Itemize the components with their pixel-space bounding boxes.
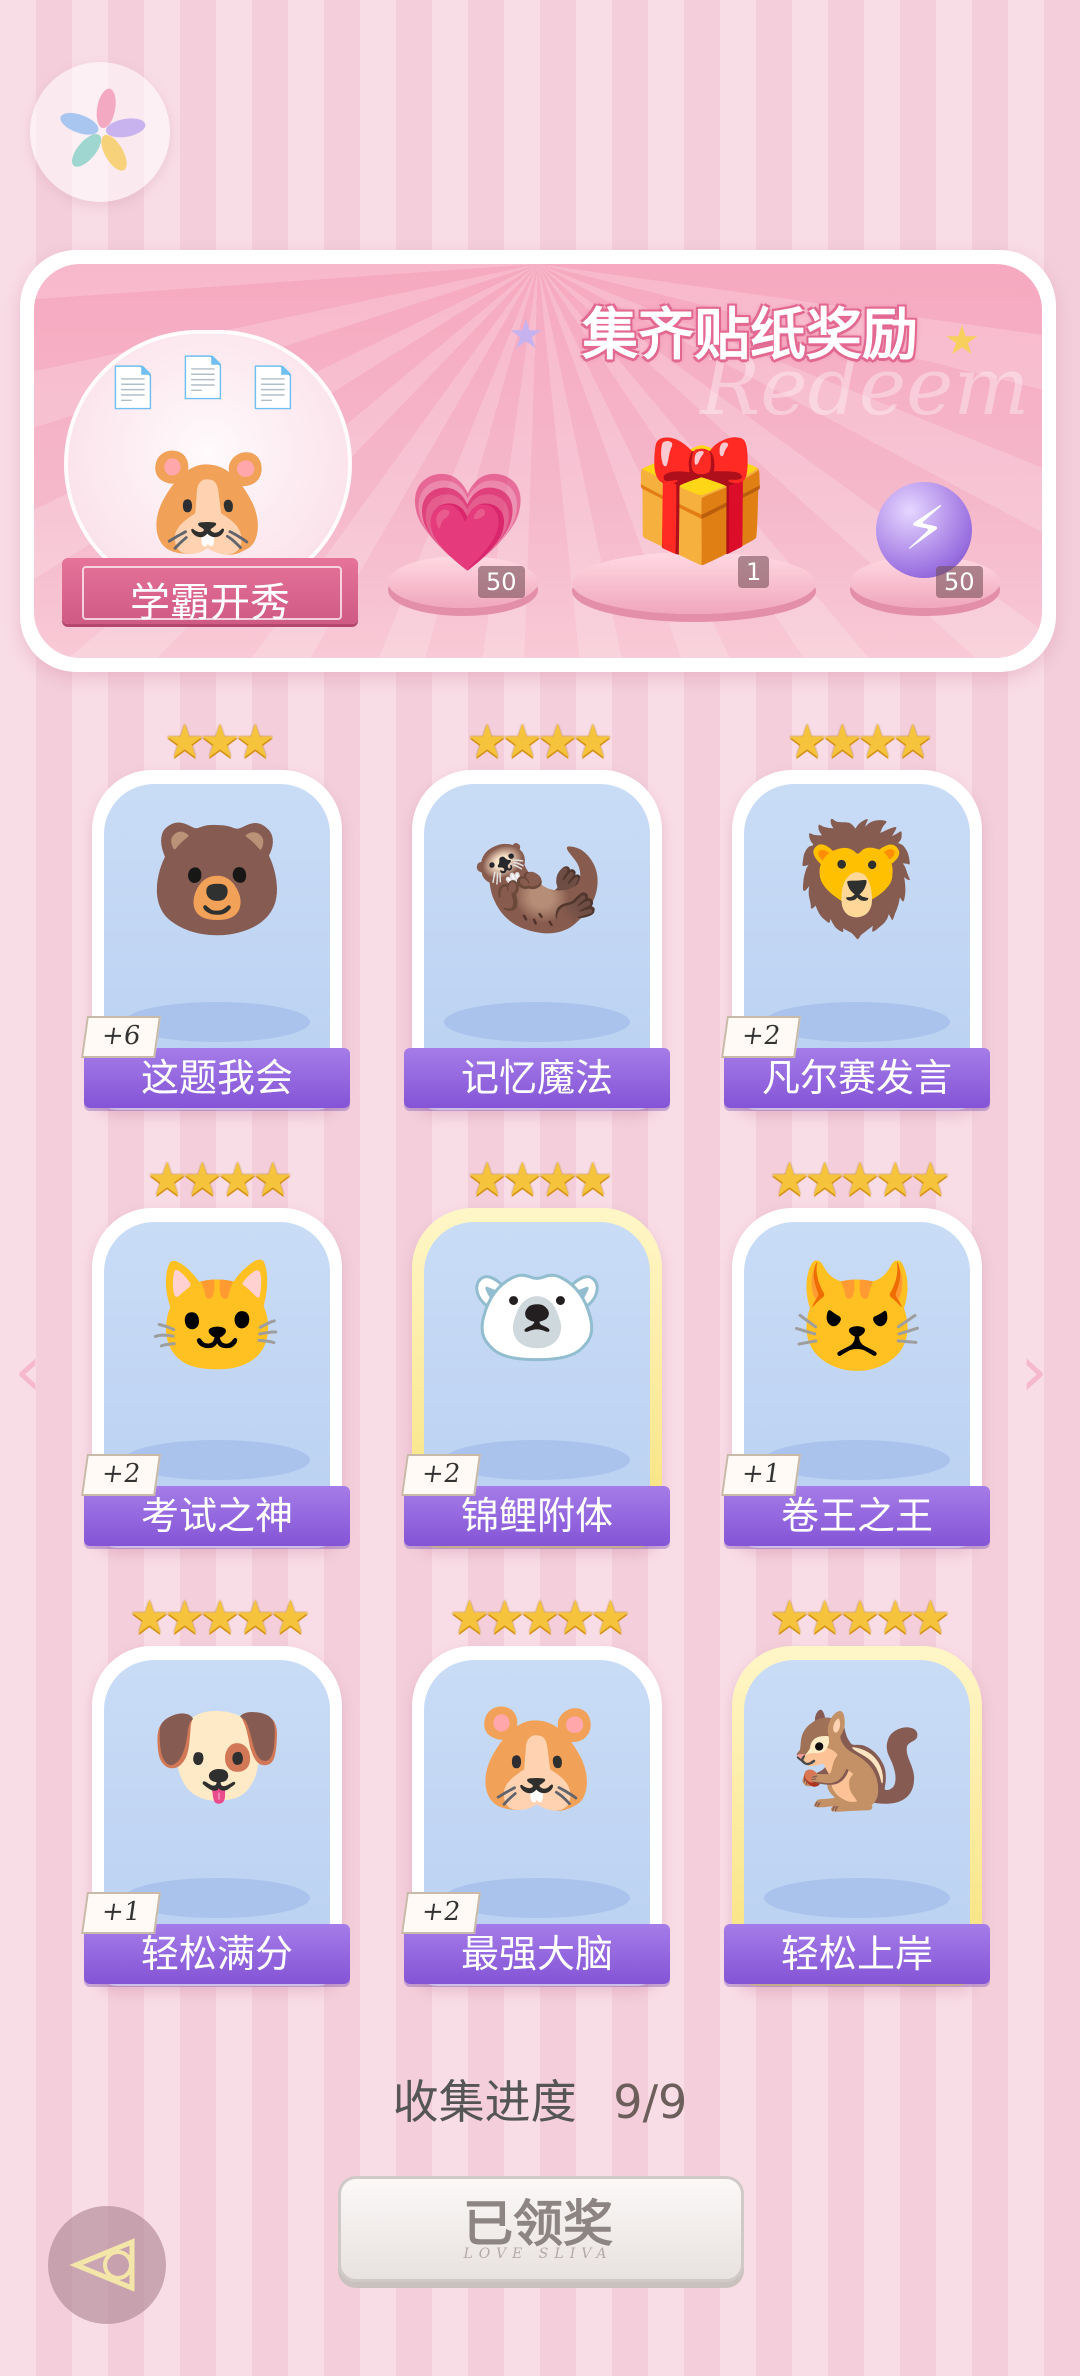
- star-rating: ★★★★: [146, 1152, 294, 1206]
- document-icon: 📄: [108, 365, 158, 411]
- reward-count: 1: [738, 556, 770, 588]
- next-page-arrow[interactable]: ›: [1020, 1330, 1048, 1412]
- mascot-icon: 🐻‍❄️: [468, 1253, 606, 1381]
- sticker-card[interactable]: ★★★ 🐻 这题我会 +6: [81, 714, 350, 1110]
- sticker-card[interactable]: ★★★★★ 🐹 最强大脑 +2: [401, 1590, 670, 1986]
- progress-label: 收集进度: [392, 2075, 577, 2129]
- sticker-floor: [444, 1002, 630, 1042]
- mascot-icon: 🐿️: [788, 1691, 926, 1819]
- mascot-icon: 🦁: [788, 815, 926, 943]
- heart-gem-icon: 💗: [408, 466, 528, 578]
- progress-value: 9/9: [613, 2075, 688, 2129]
- sticker-card[interactable]: ★★★★★ 😾 卷王之王 +1: [721, 1152, 990, 1548]
- sticker-count-badge: +2: [401, 1892, 481, 1934]
- document-icon: 📄: [178, 355, 228, 401]
- reward-count: 50: [478, 566, 525, 598]
- sticker-card[interactable]: ★★★★★ 🐶 轻松满分 +1: [81, 1590, 350, 1986]
- collection-progress: 收集进度 9/9: [0, 2066, 1080, 2132]
- star-rating: ★★★★★: [768, 1152, 951, 1206]
- pinwheel-icon: [60, 88, 146, 171]
- sticker-label: 记忆魔法: [404, 1048, 670, 1108]
- sticker-card[interactable]: ★★★★ 🐱 考试之神 +2: [81, 1152, 350, 1548]
- sticker-card[interactable]: ★★★★★ 🐿️ 轻松上岸: [724, 1590, 990, 1986]
- prev-page-arrow[interactable]: ‹: [14, 1330, 42, 1412]
- sticker-card[interactable]: ★★★★ 🦦 记忆魔法: [404, 714, 670, 1110]
- sticker-card[interactable]: ★★★★ 🐻‍❄️ 锦鲤附体 +2: [401, 1152, 670, 1548]
- document-icon: 📄: [248, 365, 298, 411]
- star-rating: ★★★: [164, 714, 276, 768]
- sticker-art: 🐿️: [744, 1660, 970, 1936]
- sticker-art: 🦦: [424, 784, 650, 1060]
- star-rating: ★★★★★: [128, 1590, 311, 1644]
- mascot-icon: 🐻: [148, 815, 286, 943]
- star-rating: ★★★★: [786, 714, 934, 768]
- gift-box-icon: 🎁: [628, 434, 773, 569]
- reward-count: 50: [936, 566, 983, 598]
- mascot-icon: 🐶: [148, 1691, 286, 1819]
- sticker-count-badge: +2: [81, 1454, 161, 1496]
- sticker-count-badge: +6: [81, 1016, 161, 1058]
- sticker-floor: [764, 1878, 950, 1918]
- back-arrow-icon: [69, 2238, 135, 2292]
- sticker-label: 轻松上岸: [724, 1924, 990, 1984]
- app-logo-button[interactable]: [30, 62, 170, 202]
- energy-orb-icon: ⚡: [876, 482, 972, 578]
- banner-title: 集齐贴纸奖励: [582, 303, 918, 368]
- star-rating: ★★★★: [466, 714, 614, 768]
- back-button[interactable]: [48, 2206, 166, 2324]
- mascot-icon: 🐹: [468, 1691, 606, 1819]
- claimed-button-subtitle: LOVE SLIVA: [463, 2246, 613, 2262]
- star-rating: ★★★★: [466, 1152, 614, 1206]
- sticker-count-badge: +2: [721, 1016, 801, 1058]
- lightning-icon: ⚡: [904, 494, 947, 564]
- sticker-count-badge: +2: [401, 1454, 481, 1496]
- hamster-mascot-icon: 🐹: [139, 435, 277, 563]
- sticker-card[interactable]: ★★★★ 🦁 凡尔赛发言 +2: [721, 714, 990, 1110]
- featured-label: 学霸开秀: [130, 580, 290, 626]
- mascot-icon: 🐱: [148, 1253, 286, 1381]
- sticker-count-badge: +1: [81, 1892, 161, 1934]
- mascot-icon: 🦦: [468, 815, 606, 943]
- star-icon: ★: [508, 312, 544, 358]
- star-rating: ★★★★★: [448, 1590, 631, 1644]
- sticker-count-badge: +1: [721, 1454, 801, 1496]
- star-rating: ★★★★★: [768, 1590, 951, 1644]
- mascot-icon: 😾: [788, 1253, 926, 1381]
